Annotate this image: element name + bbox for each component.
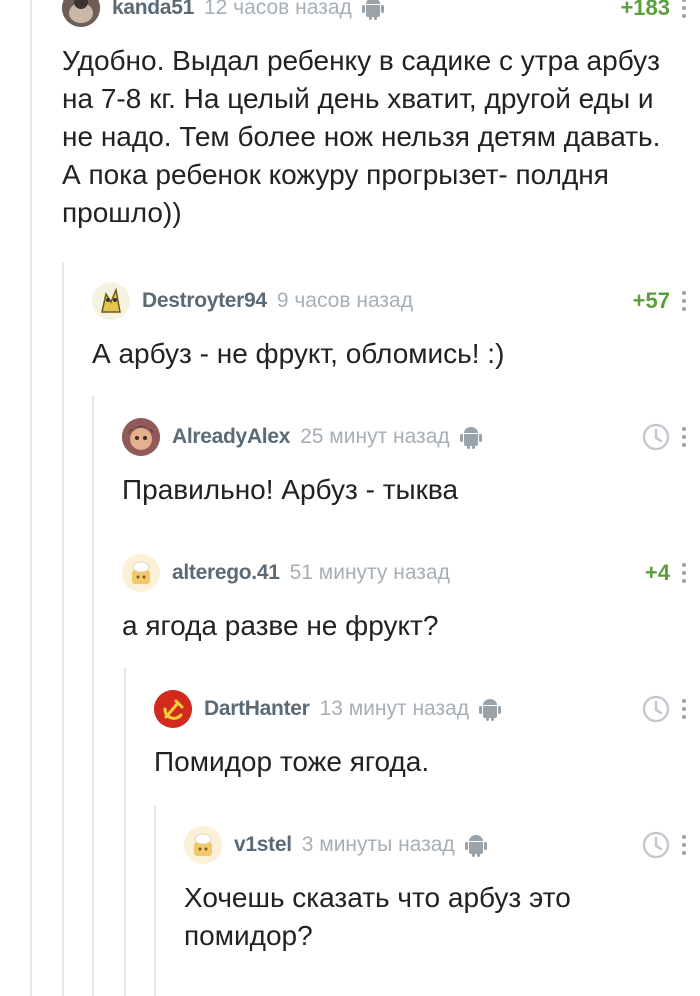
clock-icon[interactable] [642, 695, 670, 723]
android-icon [464, 833, 487, 857]
thread-line-level-3 [92, 396, 94, 996]
comment-text: а ягода разве не фрукт? [122, 610, 439, 641]
more-options-icon[interactable] [674, 427, 694, 447]
comment-time[interactable]: 12 часов назад [204, 0, 352, 20]
author-name[interactable]: v1stel [234, 833, 292, 857]
comment-text: Правильно! Арбуз - тыква [122, 474, 459, 505]
comment: v1stel 3 минуты назад Хочешь сказать что… [184, 825, 700, 955]
android-icon [361, 0, 384, 20]
author-name[interactable]: kanda51 [112, 0, 194, 20]
comment-header: alterego.41 51 минуту назад +4 [122, 553, 700, 593]
comment: DartHanter 13 минут назад Помидор тоже я… [154, 689, 700, 781]
avatar[interactable] [154, 690, 192, 728]
android-icon [479, 697, 502, 721]
comment-header: kanda51 12 часов назад +183 [62, 0, 700, 28]
avatar[interactable] [62, 0, 100, 27]
author-name[interactable]: Destroyter94 [142, 289, 267, 313]
avatar[interactable] [184, 826, 222, 864]
comment-score: +4 [644, 560, 670, 585]
avatar[interactable] [92, 282, 130, 320]
android-icon [459, 425, 482, 449]
comment-text: Помидор тоже ягода. [154, 746, 430, 777]
comment-header: Destroyter94 9 часов назад +57 [92, 281, 700, 321]
thread-line-level-4 [124, 668, 126, 996]
comment-time[interactable]: 51 минуту назад [290, 561, 450, 585]
comment: alterego.41 51 минуту назад +4 а ягода р… [122, 553, 700, 645]
comment-score: +57 [632, 288, 670, 313]
avatar[interactable] [122, 418, 160, 456]
comment-text: Удобно. Выдал ребенку в садике с утра ар… [62, 45, 661, 228]
comment-text: Хочешь сказать что арбуз это помидор? [184, 882, 571, 951]
comment-header: AlreadyAlex 25 минут назад [122, 417, 700, 457]
clock-icon[interactable] [642, 423, 670, 451]
thread-line-level-2 [62, 262, 64, 996]
comment-header: v1stel 3 минуты назад [184, 825, 700, 865]
comment-time[interactable]: 25 минут назад [300, 425, 450, 449]
more-options-icon[interactable] [674, 563, 694, 583]
author-name[interactable]: alterego.41 [172, 561, 280, 585]
comment: kanda51 12 часов назад +183 Удобно. Выда… [62, 0, 700, 232]
more-options-icon[interactable] [674, 835, 694, 855]
thread-line-level-5 [154, 806, 156, 996]
comment: AlreadyAlex 25 минут назад Правильно! Ар… [122, 417, 700, 509]
comment-text: А арбуз - не фрукт, обломись! :) [92, 338, 505, 369]
author-name[interactable]: AlreadyAlex [172, 425, 290, 449]
comment-time[interactable]: 3 минуты назад [302, 833, 455, 857]
comment-header: DartHanter 13 минут назад [154, 689, 700, 729]
more-options-icon[interactable] [674, 0, 694, 18]
avatar[interactable] [122, 554, 160, 592]
more-options-icon[interactable] [674, 699, 694, 719]
thread-line-level-1 [30, 0, 32, 996]
comment: Destroyter94 9 часов назад +57 А арбуз -… [92, 281, 700, 373]
author-name[interactable]: DartHanter [204, 697, 310, 721]
comment-time[interactable]: 13 минут назад [320, 697, 470, 721]
more-options-icon[interactable] [674, 291, 694, 311]
clock-icon[interactable] [642, 831, 670, 859]
comment-score: +183 [620, 0, 670, 20]
comment-time[interactable]: 9 часов назад [277, 289, 413, 313]
